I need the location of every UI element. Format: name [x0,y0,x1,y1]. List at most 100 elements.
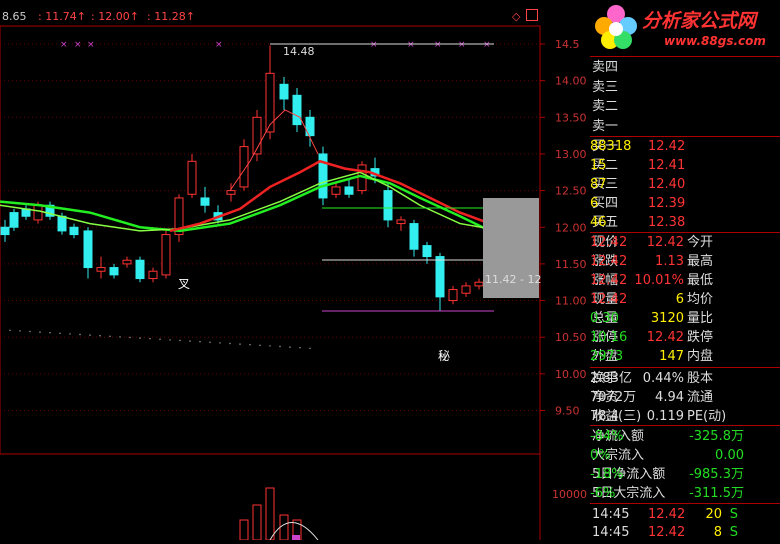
panel-row: 净资 4.94 流通 7072万 [590,388,780,407]
buy-price: 12.39 [648,196,686,211]
quote-value: 10.01% [634,273,684,288]
marker-x: × [370,40,378,50]
marker-x: × [407,40,415,50]
trend-dot [289,346,291,348]
buy-volume: 88318 [590,139,632,154]
quote-panel: 分析家公式网 www.88gs.com 卖四 卖三 卖二 卖一 买一 12.42 8831… [590,0,780,540]
peak-label: 14.48 [283,45,315,58]
quote-value-2: 12.42 [590,235,628,250]
buy-volume: 15 [590,158,607,173]
candle-body [409,223,419,250]
candle-body [109,267,119,276]
candle-body [135,259,145,280]
panel-row: 净流入额 -325.8万 -84% [590,427,780,446]
price-axis-label: 10.50 [555,331,587,344]
trend-dot [139,337,141,339]
price-axis-label: 12.00 [555,221,587,234]
price-axis-label: 13.00 [555,148,587,161]
candle-body [0,226,10,236]
price-axis-label: 14.00 [555,75,587,88]
quote-value: 6 [675,292,684,307]
candle-body [435,256,445,298]
flower-logo-icon [595,5,637,49]
price-axis-label: 12.50 [555,185,587,198]
candle-body [161,234,171,276]
sell-level-label: 卖一 [592,118,619,134]
finance-value-2: 78.4 [590,409,619,424]
quote-value: 147 [659,349,684,364]
candle-body [57,215,67,232]
sell-level-label: 卖二 [592,99,619,114]
trend-dot [19,330,21,332]
marker-x: × [87,40,95,50]
quote-value-2: 12.42 [590,292,628,307]
panel-row: 换手 0.44% 股本 2.83亿 [590,369,780,388]
logo-title: 分析家公式网 [642,10,757,32]
volume-bar [279,514,289,541]
top-value-1-text: 11.74 [45,10,77,23]
buy-price: 12.41 [648,158,686,173]
volume-axis-label: 10000 [552,488,587,501]
quote-label-2: 内盘 [687,349,714,364]
divider [590,56,780,57]
tick-price: 12.42 [648,507,686,522]
panel-row: 卖一 [590,117,780,136]
trend-dot [129,336,131,339]
kline-chart[interactable]: × × × × × × × × × 14.5 14.00 13.50 13.00 12.50 12.00 1… [0,0,590,541]
candle-body [331,186,341,195]
tick-volume: 20 [705,507,722,522]
finance-value: 0.119 [646,409,684,424]
candle-body [279,83,289,100]
top-value-0: 8.65 [2,10,27,23]
panel-row: 涨幅 10.01% 最低 12.42 [590,271,780,290]
tick-price: 12.42 [648,525,686,540]
panel-row: 14:45 12.42 8 S [590,523,780,542]
panel-row: 买一 12.42 88318 [590,137,780,156]
tick-time: 14:45 [592,525,630,540]
volume-bar [252,504,262,541]
window-icon[interactable] [526,9,538,21]
top-value-3: : 11.28↑ [147,10,195,23]
quote-value: 3120 [650,311,684,326]
price-axis-label: 9.50 [555,405,580,418]
divider [590,503,780,504]
candle-body [96,267,106,272]
buy-volume: 6 [590,196,599,211]
volume-bar [239,519,249,541]
flow-percent: -6% [590,486,616,501]
top-value-3-text: 11.28 [154,10,186,23]
tick-time: 14:45 [592,507,630,522]
divider [590,367,780,368]
trend-dot [299,346,301,349]
volume-bars [239,487,302,541]
quote-label-2: 量比 [687,311,714,326]
trend-dot [309,347,311,350]
candle-body [122,259,132,265]
secret-marker: 秘 [438,349,451,363]
trend-dot [229,342,231,345]
panel-row: 5日大宗流入 -311.5万 -6% [590,484,780,503]
logo: 分析家公式网 www.88gs.com [590,0,780,56]
panel-row: 总量 3120 量比 0.30 [590,309,780,328]
logo-url: www.88gs.com [664,34,766,48]
quote-label-2: 跌停 [687,330,714,345]
panel-row: 卖二 [590,97,780,116]
flow-value: -325.8万 [689,429,744,444]
flow-percent: -84% [590,429,624,444]
kline-svg[interactable]: × × × × × × × × × 14.514.0013.5013.0012.5012.001… [0,0,590,541]
trend-dot [249,343,251,346]
candle-body [396,219,406,225]
finance-value-2: 7072万 [590,390,637,405]
marker-x: × [74,40,82,50]
candles [0,45,484,312]
trend-dot [149,337,151,340]
trend-dot [189,340,191,342]
volume-bar [265,487,275,541]
finance-label-2: PE(动) [687,409,727,424]
diamond-icon[interactable]: ◇ [512,10,520,23]
quote-label-2: 均价 [687,292,714,307]
trend-dot [219,342,221,344]
panel-row: 现量 6 均价 12.42 [590,290,780,309]
panel-row: 买二 12.41 15 [590,156,780,175]
candle-body [226,190,236,195]
